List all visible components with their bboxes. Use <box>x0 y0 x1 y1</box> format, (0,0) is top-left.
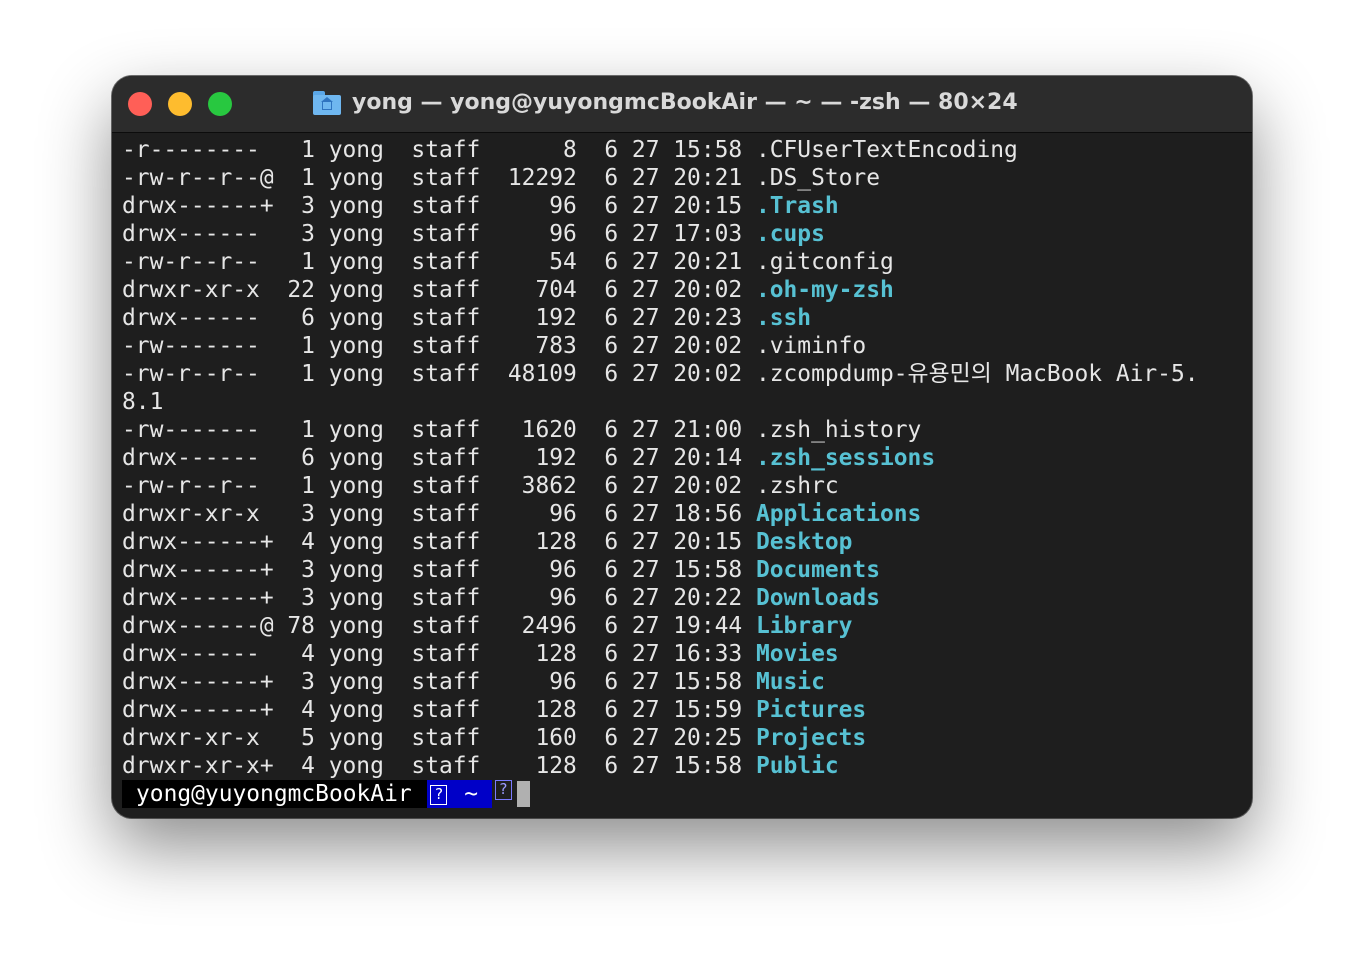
home-folder-icon <box>312 91 342 115</box>
terminal-line: drwx------+ 3 yong staff 96 6 27 20:22 D… <box>122 584 1252 612</box>
terminal-line: -rw-r--r-- 1 yong staff 54 6 27 20:21 .g… <box>122 248 1252 276</box>
file-attributes: drwx------+ 3 yong staff 96 6 27 15:58 <box>122 557 756 583</box>
directory-name: Movies <box>755 641 839 667</box>
terminal-line: drwx------ 6 yong staff 192 6 27 20:23 .… <box>122 304 1252 332</box>
terminal-window: yong — yong@yuyongmcBookAir — ~ — -zsh —… <box>112 76 1252 818</box>
file-attributes: drwx------+ 3 yong staff 96 6 27 20:22 <box>122 585 756 611</box>
file-attributes: drwx------+ 4 yong staff 128 6 27 20:15 <box>122 529 756 555</box>
terminal-line: -r-------- 1 yong staff 8 6 27 15:58 .CF… <box>122 136 1252 164</box>
file-attributes: drwx------+ 3 yong staff 96 6 27 15:58 <box>122 669 756 695</box>
file-attributes: drwx------ 6 yong staff 192 6 27 20:14 <box>122 445 756 471</box>
terminal-line: 8.1 <box>122 388 1252 416</box>
file-attributes: -r-------- 1 yong staff 8 6 27 15:58 <box>122 137 756 163</box>
terminal-line: drwx------+ 3 yong staff 96 6 27 15:58 D… <box>122 556 1252 584</box>
directory-name: .ssh <box>755 305 812 331</box>
directory-name: Downloads <box>755 585 880 611</box>
file-attributes: drwx------+ 4 yong staff 128 6 27 15:59 <box>122 697 756 723</box>
file-attributes: 8.1 <box>122 389 164 415</box>
file-attributes: drwxr-xr-x 22 yong staff 704 6 27 20:02 <box>122 277 756 303</box>
file-attributes: drwxr-xr-x 5 yong staff 160 6 27 20:25 <box>122 725 756 751</box>
terminal-line: drwxr-xr-x+ 4 yong staff 128 6 27 15:58 … <box>122 752 1252 780</box>
directory-name: .Trash <box>755 193 839 219</box>
file-attributes: -rw-r--r-- 1 yong staff 54 6 27 20:21 <box>122 249 756 275</box>
directory-name: Pictures <box>755 697 867 723</box>
directory-name: Projects <box>755 725 867 751</box>
directory-name: .cups <box>755 221 825 247</box>
file-attributes: -rw-r--r-- 1 yong staff 3862 6 27 20:02 <box>122 473 756 499</box>
file-name: .gitconfig <box>755 249 894 275</box>
directory-name: Public <box>755 753 839 779</box>
terminal-line: -rw-r--r-- 1 yong staff 48109 6 27 20:02… <box>122 360 1252 388</box>
prompt-directory: ~ <box>450 781 492 807</box>
window-title-group: yong — yong@yuyongmcBookAir — ~ — -zsh —… <box>312 88 1018 118</box>
terminal-line: drwx------+ 4 yong staff 128 6 27 15:59 … <box>122 696 1252 724</box>
file-attributes: drwx------ 4 yong staff 128 6 27 16:33 <box>122 641 756 667</box>
directory-name: Desktop <box>755 529 853 555</box>
title-bar[interactable]: yong — yong@yuyongmcBookAir — ~ — -zsh —… <box>112 76 1252 133</box>
window-title: yong — yong@yuyongmcBookAir — ~ — -zsh —… <box>352 90 1018 115</box>
prompt-directory-segment: ? ~ <box>427 780 492 808</box>
file-attributes: drwx------+ 3 yong staff 96 6 27 20:15 <box>122 193 756 219</box>
terminal-line: drwx------@ 78 yong staff 2496 6 27 19:4… <box>122 612 1252 640</box>
file-attributes: -rw------- 1 yong staff 1620 6 27 21:00 <box>122 417 756 443</box>
terminal-line: -rw-r--r--@ 1 yong staff 12292 6 27 20:2… <box>122 164 1252 192</box>
file-attributes: drwxr-xr-x+ 4 yong staff 128 6 27 15:58 <box>122 753 756 779</box>
terminal-line: drwx------ 3 yong staff 96 6 27 17:03 .c… <box>122 220 1252 248</box>
missing-glyph-icon: ? <box>494 780 512 800</box>
terminal-line: drwx------+ 3 yong staff 96 6 27 20:15 .… <box>122 192 1252 220</box>
terminal-output[interactable]: -r-------- 1 yong staff 8 6 27 15:58 .CF… <box>122 136 1252 818</box>
missing-glyph-icon: ? <box>430 784 448 805</box>
file-attributes: -rw-r--r--@ 1 yong staff 12292 6 27 20:2… <box>122 165 756 191</box>
file-name: .zsh_history <box>755 417 922 443</box>
file-attributes: drwx------ 3 yong staff 96 6 27 17:03 <box>122 221 756 247</box>
terminal-line: -rw------- 1 yong staff 783 6 27 20:02 .… <box>122 332 1252 360</box>
directory-name: Music <box>755 669 825 695</box>
file-attributes: drwx------@ 78 yong staff 2496 6 27 19:4… <box>122 613 756 639</box>
directory-name: .zsh_sessions <box>755 445 936 471</box>
text-cursor <box>516 781 530 807</box>
file-attributes: drwxr-xr-x 3 yong staff 96 6 27 18:56 <box>122 501 756 527</box>
terminal-line: drwx------ 6 yong staff 192 6 27 20:14 .… <box>122 444 1252 472</box>
shell-prompt[interactable]: yong@yuyongmcBookAir ? ~ ? <box>122 780 1252 808</box>
terminal-line: drwx------+ 4 yong staff 128 6 27 20:15 … <box>122 528 1252 556</box>
terminal-line: drwxr-xr-x 3 yong staff 96 6 27 18:56 Ap… <box>122 500 1252 528</box>
close-button[interactable] <box>128 92 152 116</box>
file-name: .viminfo <box>755 333 867 359</box>
terminal-line: drwxr-xr-x 5 yong staff 160 6 27 20:25 P… <box>122 724 1252 752</box>
directory-name: Documents <box>755 557 880 583</box>
directory-name: Library <box>755 613 853 639</box>
file-name: .DS_Store <box>755 165 880 191</box>
file-name: .zcompdump-유용민의 MacBook Air-5. <box>755 361 1199 387</box>
file-attributes: -rw------- 1 yong staff 783 6 27 20:02 <box>122 333 756 359</box>
file-attributes: drwx------ 6 yong staff 192 6 27 20:23 <box>122 305 756 331</box>
zoom-button[interactable] <box>208 92 232 116</box>
directory-name: Applications <box>755 501 922 527</box>
terminal-line: -rw-r--r-- 1 yong staff 3862 6 27 20:02 … <box>122 472 1252 500</box>
terminal-line: drwx------+ 3 yong staff 96 6 27 15:58 M… <box>122 668 1252 696</box>
file-name: .CFUserTextEncoding <box>755 137 1018 163</box>
minimize-button[interactable] <box>168 92 192 116</box>
file-name: .zshrc <box>755 473 839 499</box>
directory-name: .oh-my-zsh <box>755 277 894 303</box>
terminal-line: -rw------- 1 yong staff 1620 6 27 21:00 … <box>122 416 1252 444</box>
file-attributes: -rw-r--r-- 1 yong staff 48109 6 27 20:02 <box>122 361 756 387</box>
terminal-line: drwx------ 4 yong staff 128 6 27 16:33 M… <box>122 640 1252 668</box>
terminal-line: drwxr-xr-x 22 yong staff 704 6 27 20:02 … <box>122 276 1252 304</box>
prompt-user-host: yong@yuyongmcBookAir <box>122 780 428 808</box>
